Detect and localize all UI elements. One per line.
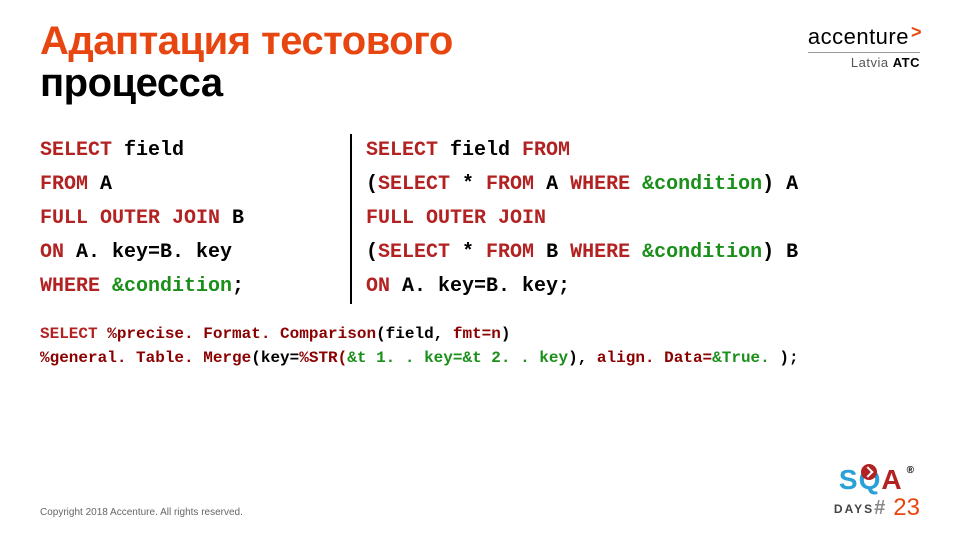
sqa-q: Q xyxy=(859,466,882,494)
sqa-a: A xyxy=(881,464,902,495)
code-right-column: SELECT field FROM (SELECT * FROM A WHERE… xyxy=(350,134,920,304)
accenture-arrow-icon: > xyxy=(911,22,922,42)
code-left-column: SELECT field FROM A FULL OUTER JOIN B ON… xyxy=(40,134,350,304)
header: Адаптация тестового процесса accenture> … xyxy=(40,20,920,104)
code-line: ON A. key=B. key; xyxy=(366,270,920,304)
page-title: Адаптация тестового процесса xyxy=(40,20,453,104)
sqa-number: 23 xyxy=(893,494,920,521)
title-line-1: Адаптация тестового xyxy=(40,20,453,62)
bug-badge-icon xyxy=(861,464,877,480)
code-line: SELECT %precise. Format. Comparison(fiel… xyxy=(40,322,920,346)
atc-text: ATC xyxy=(893,55,920,70)
code-line: %general. Table. Merge(key=%STR(&t 1. . … xyxy=(40,346,920,370)
accenture-wordmark: accenture> xyxy=(808,24,920,50)
latvia-text: Latvia xyxy=(851,55,889,70)
code-line: (SELECT * FROM B WHERE &condition) B xyxy=(366,236,920,270)
sqa-logo-bottom: DAYS#23 xyxy=(834,494,920,522)
code-line: (SELECT * FROM A WHERE &condition) A xyxy=(366,168,920,202)
sqa-s: S xyxy=(839,464,859,495)
sqa-logo-top: SQA ® xyxy=(834,466,920,494)
slide: Адаптация тестового процесса accenture> … xyxy=(0,0,960,540)
code-line: SELECT field FROM xyxy=(366,134,920,168)
accenture-logo: accenture> Latvia ATC xyxy=(808,20,920,70)
accenture-text: accenture xyxy=(808,24,909,49)
code-line: ON A. key=B. key xyxy=(40,236,340,270)
code-line: FULL OUTER JOIN xyxy=(366,202,920,236)
code-comparison: SELECT field FROM A FULL OUTER JOIN B ON… xyxy=(40,134,920,304)
code-line: WHERE &condition; xyxy=(40,270,340,304)
code-line: FROM A xyxy=(40,168,340,202)
sqa-days-logo: SQA ® DAYS#23 xyxy=(834,466,920,522)
code-line: SELECT field xyxy=(40,134,340,168)
copyright-footer: Copyright 2018 Accenture. All rights res… xyxy=(40,507,243,518)
accenture-subbrand: Latvia ATC xyxy=(808,52,920,70)
registered-icon: ® xyxy=(907,465,915,476)
code-line: FULL OUTER JOIN B xyxy=(40,202,340,236)
sqa-days-text: DAYS xyxy=(834,502,874,516)
title-line-2: процесса xyxy=(40,62,453,104)
code-bottom-block: SELECT %precise. Format. Comparison(fiel… xyxy=(40,322,920,370)
hash-icon: # xyxy=(874,497,887,519)
